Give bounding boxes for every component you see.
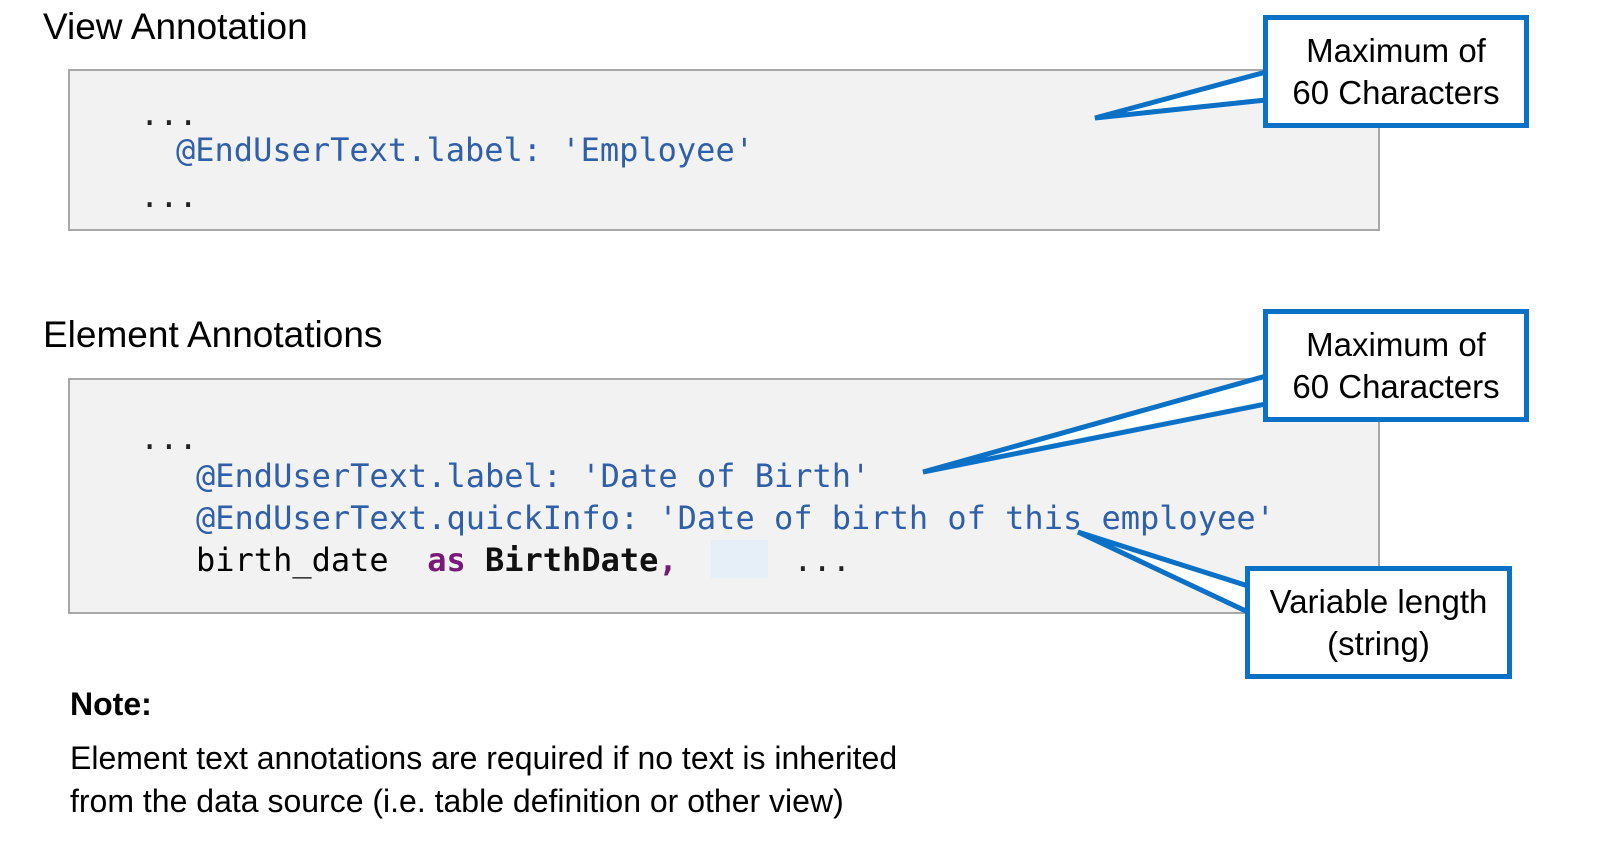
callout-line-1: Variable length bbox=[1269, 583, 1488, 621]
note-title: Note: bbox=[70, 686, 152, 722]
note-line-1: Element text annotations are required if… bbox=[70, 740, 898, 776]
element-max-callout-pointer bbox=[922, 372, 1269, 475]
callout-line-1: Maximum of bbox=[1306, 32, 1486, 70]
view-callout-pointer bbox=[1094, 68, 1269, 121]
element-max-length-callout: Maximum of 60 Characters bbox=[1263, 309, 1529, 422]
variable-length-callout: Variable length (string) bbox=[1245, 566, 1512, 679]
element-var-callout-pointer bbox=[1076, 529, 1251, 616]
callout-line-2: 60 Characters bbox=[1292, 73, 1500, 111]
callout-line-1: Maximum of bbox=[1306, 326, 1486, 364]
callout-line-2: (string) bbox=[1327, 624, 1430, 662]
callout-line-2: 60 Characters bbox=[1292, 367, 1500, 405]
note-body: Element text annotations are required if… bbox=[70, 737, 897, 823]
view-max-length-callout: Maximum of 60 Characters bbox=[1263, 15, 1529, 128]
note-line-2: from the data source (i.e. table definit… bbox=[70, 783, 844, 819]
